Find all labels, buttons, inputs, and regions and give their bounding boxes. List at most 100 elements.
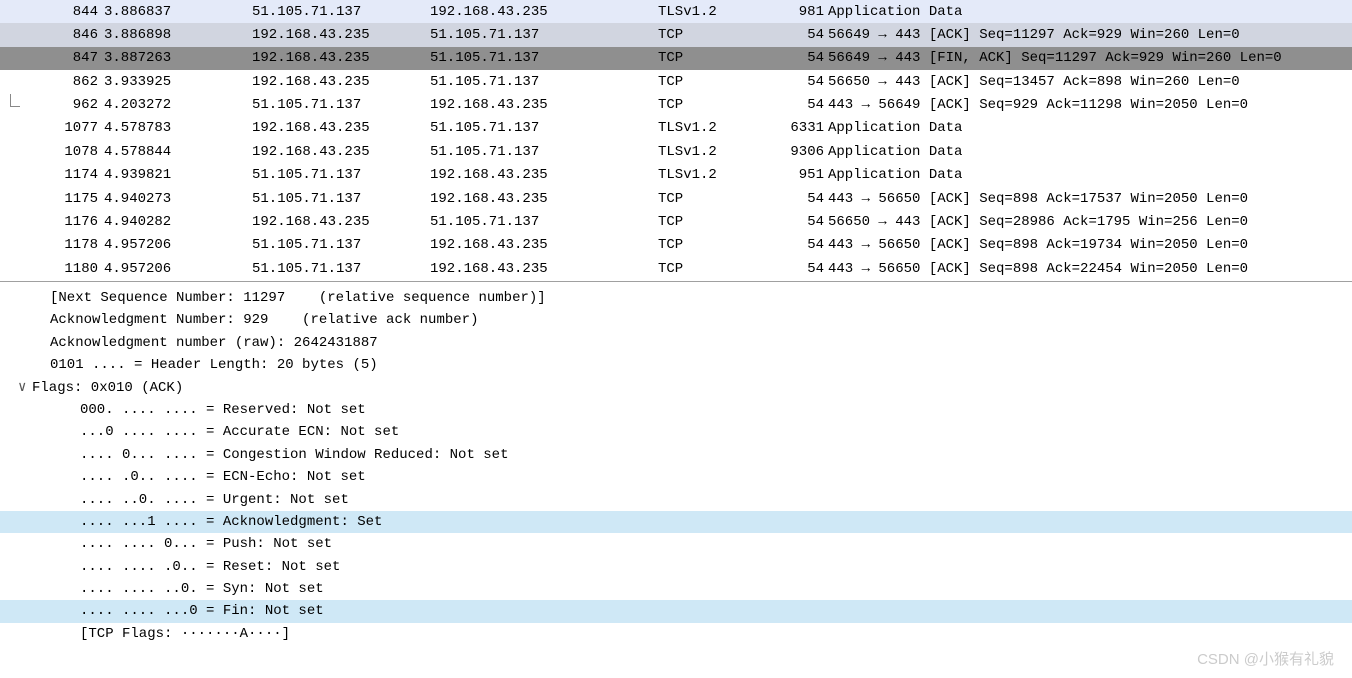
packet-info: 443 → 56650 [ACK] Seq=898 Ack=17537 Win=… [828, 188, 1346, 210]
packet-no: 1178 [26, 234, 104, 256]
detail-line[interactable]: .... .0.. .... = ECN-Echo: Not set [0, 466, 1352, 488]
packet-protocol: TLSv1.2 [658, 164, 768, 186]
packet-destination: 51.105.71.137 [430, 47, 658, 69]
packet-time: 3.886898 [104, 24, 252, 46]
packet-row[interactable]: 10774.578783192.168.43.23551.105.71.137T… [0, 117, 1352, 140]
packet-row[interactable]: 8443.88683751.105.71.137192.168.43.235TL… [0, 0, 1352, 23]
packet-info: 443 → 56649 [ACK] Seq=929 Ack=11298 Win=… [828, 94, 1346, 116]
detail-line[interactable]: [Next Sequence Number: 11297 (relative s… [0, 287, 1352, 309]
packet-protocol: TLSv1.2 [658, 117, 768, 139]
packet-length: 54 [768, 71, 828, 93]
expander-icon[interactable]: ∨ [18, 377, 32, 399]
packet-row[interactable]: 11804.95720651.105.71.137192.168.43.235T… [0, 257, 1352, 280]
detail-text: [TCP Flags: ·······A····] [80, 626, 290, 642]
packet-source: 192.168.43.235 [252, 117, 430, 139]
detail-line[interactable]: Acknowledgment Number: 929 (relative ack… [0, 309, 1352, 331]
packet-info: Application Data [828, 141, 1346, 163]
packet-destination: 192.168.43.235 [430, 234, 658, 256]
detail-text: [Next Sequence Number: 11297 (relative s… [50, 290, 546, 306]
detail-text: .... 0... .... = Congestion Window Reduc… [80, 447, 508, 463]
packet-destination: 192.168.43.235 [430, 164, 658, 186]
packet-no: 1176 [26, 211, 104, 233]
detail-line[interactable]: .... .... ..0. = Syn: Not set [0, 578, 1352, 600]
detail-line[interactable]: [TCP Flags: ·······A····] [0, 623, 1352, 645]
packet-row[interactable]: 8623.933925192.168.43.23551.105.71.137TC… [0, 70, 1352, 93]
detail-line[interactable]: .... .... ...0 = Fin: Not set [0, 600, 1352, 622]
detail-line[interactable]: ...0 .... .... = Accurate ECN: Not set [0, 421, 1352, 443]
packet-row[interactable]: 9624.20327251.105.71.137192.168.43.235TC… [0, 94, 1352, 117]
packet-source: 51.105.71.137 [252, 1, 430, 23]
detail-line[interactable]: ∨Flags: 0x010 (ACK) [0, 377, 1352, 399]
packet-no: 1077 [26, 117, 104, 139]
packet-source: 51.105.71.137 [252, 258, 430, 280]
packet-row[interactable]: 11744.93982151.105.71.137192.168.43.235T… [0, 164, 1352, 187]
detail-line[interactable]: .... ...1 .... = Acknowledgment: Set [0, 511, 1352, 533]
packet-length: 54 [768, 211, 828, 233]
detail-text: 000. .... .... = Reserved: Not set [80, 402, 366, 418]
packet-length: 54 [768, 24, 828, 46]
packet-info: 56650 → 443 [ACK] Seq=28986 Ack=1795 Win… [828, 211, 1346, 233]
detail-line[interactable]: Acknowledgment number (raw): 2642431887 [0, 332, 1352, 354]
packet-protocol: TCP [658, 47, 768, 69]
packet-source: 192.168.43.235 [252, 211, 430, 233]
packet-time: 4.957206 [104, 234, 252, 256]
detail-text: .... .... 0... = Push: Not set [80, 536, 332, 552]
packet-no: 1174 [26, 164, 104, 186]
packet-protocol: TCP [658, 211, 768, 233]
detail-text: Acknowledgment number (raw): 2642431887 [50, 335, 378, 351]
packet-length: 54 [768, 47, 828, 69]
detail-text: Acknowledgment Number: 929 (relative ack… [50, 312, 478, 328]
packet-destination: 51.105.71.137 [430, 117, 658, 139]
packet-source: 192.168.43.235 [252, 47, 430, 69]
packet-source: 51.105.71.137 [252, 94, 430, 116]
packet-row[interactable]: 11754.94027351.105.71.137192.168.43.235T… [0, 187, 1352, 210]
packet-length: 54 [768, 188, 828, 210]
detail-text: .... ...1 .... = Acknowledgment: Set [80, 514, 382, 530]
detail-text: .... .... .0.. = Reset: Not set [80, 559, 340, 575]
packet-destination: 192.168.43.235 [430, 1, 658, 23]
packet-info: Application Data [828, 1, 1346, 23]
detail-line[interactable]: .... ..0. .... = Urgent: Not set [0, 489, 1352, 511]
packet-source: 192.168.43.235 [252, 141, 430, 163]
packet-row[interactable]: 11764.940282192.168.43.23551.105.71.137T… [0, 211, 1352, 234]
packet-protocol: TLSv1.2 [658, 1, 768, 23]
detail-line[interactable]: .... .... .0.. = Reset: Not set [0, 556, 1352, 578]
packet-info: Application Data [828, 117, 1346, 139]
packet-no: 1180 [26, 258, 104, 280]
packet-info: 56649 → 443 [FIN, ACK] Seq=11297 Ack=929… [828, 47, 1346, 69]
detail-line[interactable]: 0101 .... = Header Length: 20 bytes (5) [0, 354, 1352, 376]
detail-line[interactable]: .... 0... .... = Congestion Window Reduc… [0, 444, 1352, 466]
watermark: CSDN @小猴有礼貌 [1197, 648, 1334, 672]
detail-line[interactable]: .... .... 0... = Push: Not set [0, 533, 1352, 555]
packet-no: 862 [26, 71, 104, 93]
packet-protocol: TCP [658, 94, 768, 116]
packet-time: 4.957206 [104, 258, 252, 280]
packet-time: 3.887263 [104, 47, 252, 69]
packet-no: 844 [26, 1, 104, 23]
packet-protocol: TLSv1.2 [658, 141, 768, 163]
packet-length: 54 [768, 258, 828, 280]
packet-time: 3.886837 [104, 1, 252, 23]
packet-detail-pane[interactable]: [Next Sequence Number: 11297 (relative s… [0, 282, 1352, 678]
packet-length: 951 [768, 164, 828, 186]
packet-source: 192.168.43.235 [252, 24, 430, 46]
packet-protocol: TCP [658, 24, 768, 46]
packet-protocol: TCP [658, 234, 768, 256]
packet-time: 4.578844 [104, 141, 252, 163]
packet-row[interactable]: 11784.95720651.105.71.137192.168.43.235T… [0, 234, 1352, 257]
packet-source: 51.105.71.137 [252, 188, 430, 210]
detail-text: .... ..0. .... = Urgent: Not set [80, 492, 349, 508]
detail-line[interactable]: 000. .... .... = Reserved: Not set [0, 399, 1352, 421]
packet-destination: 51.105.71.137 [430, 71, 658, 93]
packet-time: 4.578783 [104, 117, 252, 139]
packet-row[interactable]: 10784.578844192.168.43.23551.105.71.137T… [0, 140, 1352, 163]
packet-list[interactable]: 8443.88683751.105.71.137192.168.43.235TL… [0, 0, 1352, 282]
packet-source: 51.105.71.137 [252, 164, 430, 186]
packet-info: 443 → 56650 [ACK] Seq=898 Ack=19734 Win=… [828, 234, 1346, 256]
packet-row[interactable]: 8473.887263192.168.43.23551.105.71.137TC… [0, 47, 1352, 70]
packet-source: 192.168.43.235 [252, 71, 430, 93]
packet-no: 847 [26, 47, 104, 69]
packet-row[interactable]: 8463.886898192.168.43.23551.105.71.137TC… [0, 23, 1352, 46]
packet-time: 4.940282 [104, 211, 252, 233]
packet-destination: 192.168.43.235 [430, 258, 658, 280]
